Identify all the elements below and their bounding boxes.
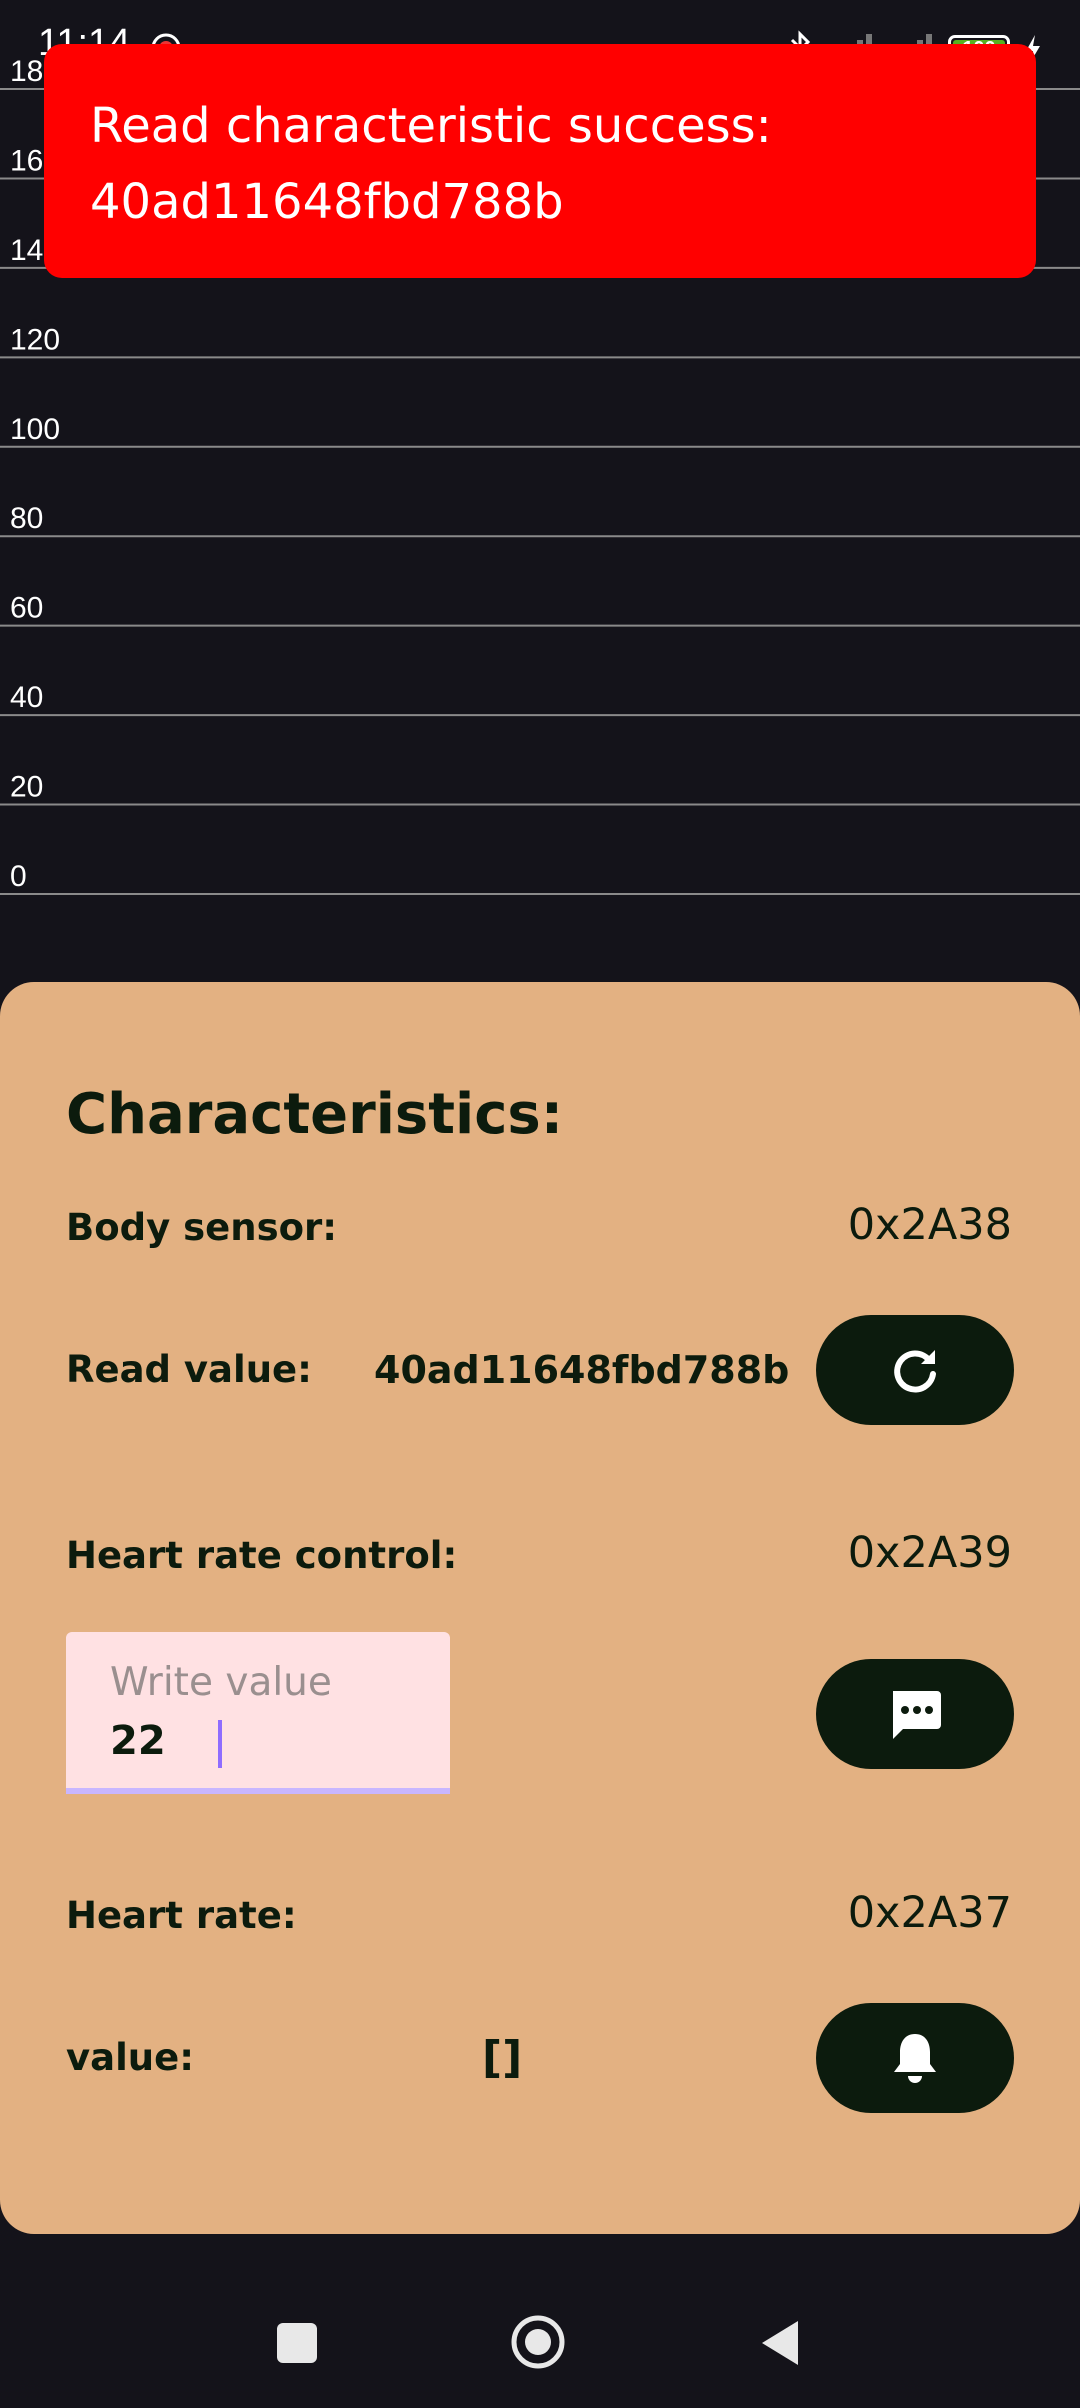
notify-button[interactable]: [816, 2003, 1014, 2113]
recents-square-icon[interactable]: [277, 2323, 317, 2363]
refresh-icon: [894, 1350, 936, 1393]
y-tick-label: 120: [10, 323, 60, 356]
write-value-field[interactable]: Write value 22: [66, 1632, 450, 1794]
heart-rate-control-uuid: 0x2A39: [847, 1528, 1012, 1578]
y-tick-label: 60: [10, 592, 43, 625]
write-value-input[interactable]: 22: [110, 1718, 166, 1764]
bell-icon: [894, 2034, 936, 2083]
toast-message: Read characteristic success:: [90, 98, 772, 154]
home-circle-icon[interactable]: [510, 2314, 566, 2370]
heart-rate-uuid: 0x2A37: [847, 1888, 1012, 1938]
y-tick-label: 16: [10, 144, 43, 177]
characteristics-card: Characteristics: Body sensor: 0x2A38 Rea…: [0, 982, 1080, 2234]
card-title: Characteristics:: [66, 1082, 564, 1147]
message-icon: [893, 1691, 941, 1739]
back-triangle-icon[interactable]: [758, 2318, 802, 2368]
refresh-button[interactable]: [816, 1315, 1014, 1425]
toast-value: 40ad11648fbd788b: [90, 174, 564, 230]
read-success-toast: Read characteristic success: 40ad11648fb…: [44, 44, 1036, 278]
y-tick-label: 14: [10, 234, 43, 267]
send-button[interactable]: [816, 1659, 1014, 1769]
read-value: 40ad11648fbd788b: [374, 1348, 790, 1392]
heart-rate-control-label: Heart rate control:: [66, 1534, 458, 1577]
y-tick-label: 0: [10, 860, 27, 893]
read-value-label: Read value:: [66, 1348, 312, 1391]
heart-rate-value: []: [482, 2032, 523, 2083]
write-value-placeholder: Write value: [110, 1660, 332, 1705]
text-cursor: [218, 1720, 222, 1768]
y-tick-label: 80: [10, 502, 43, 535]
heart-rate-label: Heart rate:: [66, 1894, 297, 1937]
body-sensor-uuid: 0x2A38: [847, 1200, 1012, 1250]
y-tick-label: 100: [10, 413, 60, 446]
y-tick-label: 40: [10, 681, 43, 714]
navigation-bar: [0, 2290, 1080, 2408]
value-label: value:: [66, 2036, 195, 2079]
y-tick-label: 20: [10, 771, 43, 804]
body-sensor-label: Body sensor:: [66, 1206, 338, 1249]
